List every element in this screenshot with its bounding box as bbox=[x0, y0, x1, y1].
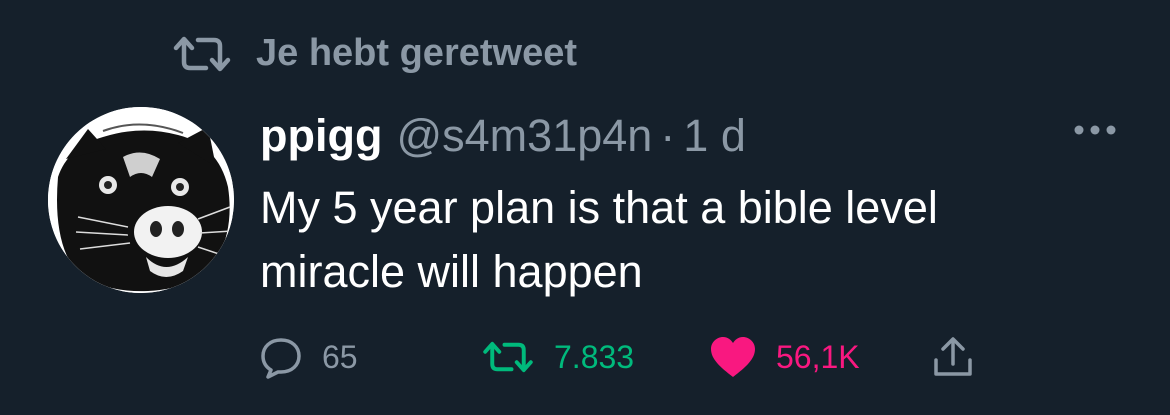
tweet-card[interactable]: Je hebt geretweet ppigg @s4m31p4n · 1 d … bbox=[0, 0, 1170, 415]
tweet-text-line: miracle will happen bbox=[260, 246, 643, 297]
retweet-button[interactable]: 7.833 bbox=[480, 334, 634, 380]
author-handle[interactable]: @s4m31p4n bbox=[396, 110, 652, 162]
author-name[interactable]: ppigg bbox=[260, 110, 382, 162]
avatar[interactable] bbox=[48, 107, 234, 293]
retweet-icon bbox=[483, 341, 533, 373]
tweet-text: My 5 year plan is that a bible level mir… bbox=[260, 176, 1120, 304]
reply-count: 65 bbox=[322, 338, 358, 375]
retweet-context-label: Je hebt geretweet bbox=[256, 32, 577, 74]
reply-button[interactable]: 65 bbox=[258, 334, 358, 380]
heart-icon bbox=[711, 337, 755, 377]
share-button[interactable] bbox=[930, 334, 976, 380]
reply-icon bbox=[261, 338, 301, 379]
retweet-icon bbox=[173, 36, 231, 71]
like-count: 56,1K bbox=[776, 338, 860, 375]
retweet-count: 7.833 bbox=[554, 338, 635, 375]
retweet-context: Je hebt geretweet bbox=[170, 32, 577, 75]
separator-dot: · bbox=[660, 110, 676, 161]
tweet-header: ppigg @s4m31p4n · 1 d bbox=[260, 110, 746, 162]
tweet-timestamp[interactable]: 1 d bbox=[683, 110, 746, 162]
pig-avatar-image bbox=[48, 107, 234, 293]
share-icon bbox=[934, 337, 972, 376]
tweet-actions: 65 7.833 56,1K bbox=[258, 334, 998, 380]
like-button[interactable]: 56,1K bbox=[708, 334, 860, 380]
more-options-icon[interactable] bbox=[1072, 122, 1118, 138]
tweet-text-line: My 5 year plan is that a bible level bbox=[260, 182, 938, 233]
